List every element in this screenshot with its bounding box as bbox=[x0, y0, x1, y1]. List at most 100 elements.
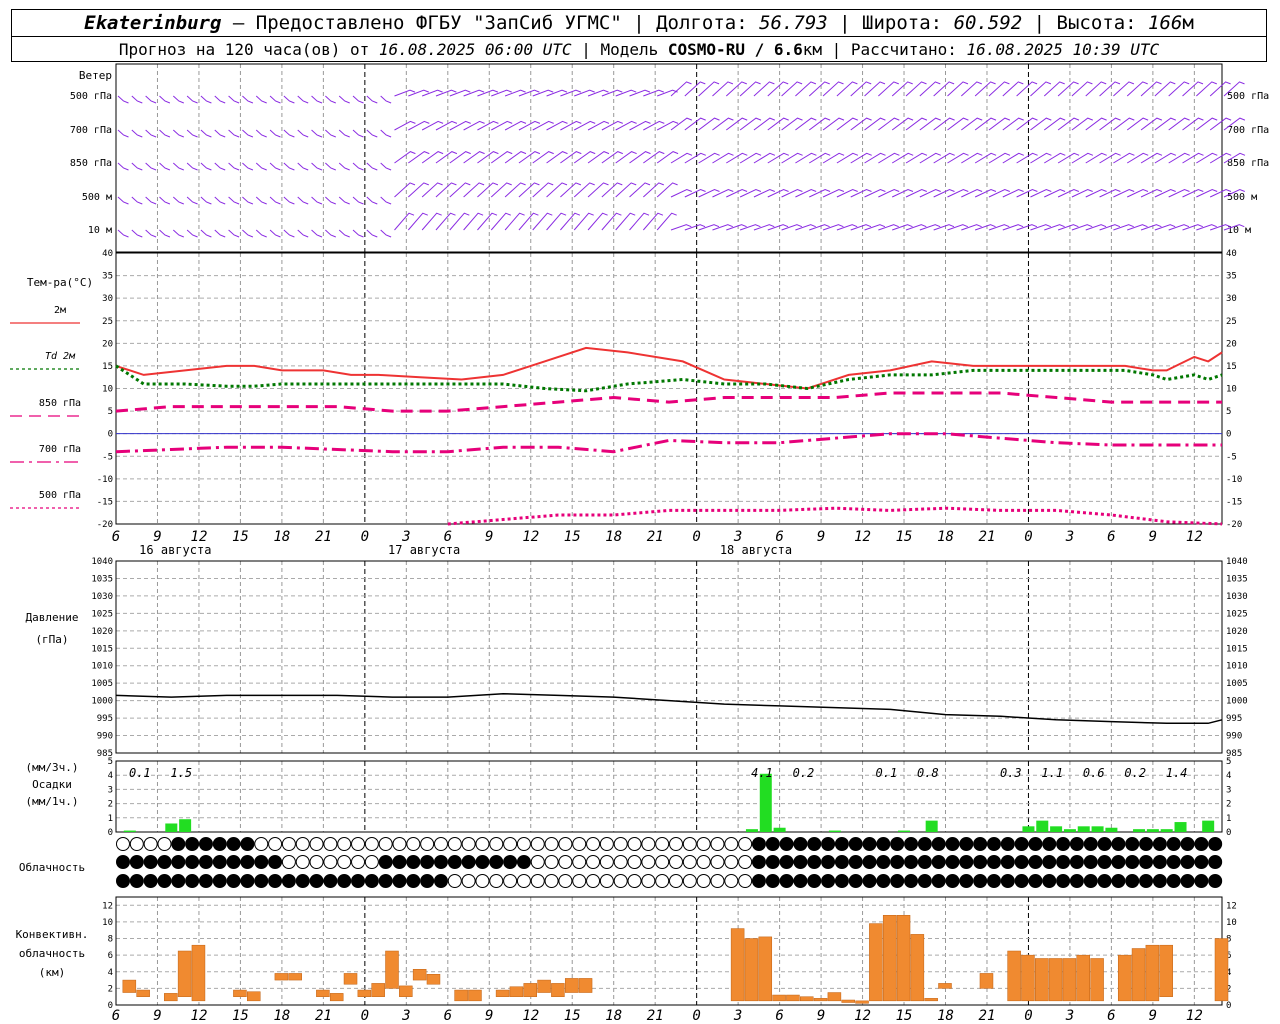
wind-barb bbox=[795, 81, 817, 97]
cloud-symbol bbox=[807, 837, 822, 851]
cloud-symbol bbox=[1069, 837, 1084, 851]
y-tick-label: 990 bbox=[97, 732, 113, 742]
wind-barb bbox=[947, 188, 969, 198]
convective-bar bbox=[1159, 944, 1173, 997]
wind-barb bbox=[546, 120, 568, 131]
precip-bar bbox=[1105, 827, 1118, 832]
y-tick-label: 1040 bbox=[1226, 557, 1248, 567]
wind-barb bbox=[684, 152, 706, 164]
precip-3h-label: 0.6 bbox=[1083, 766, 1105, 780]
time-tick-label: 6 bbox=[775, 1008, 783, 1024]
precip-bar bbox=[828, 830, 841, 832]
wind-barb bbox=[490, 151, 513, 164]
wind-barb bbox=[864, 188, 886, 198]
cloud-symbol bbox=[254, 855, 269, 869]
wind-barb bbox=[1182, 81, 1204, 97]
wind-barb bbox=[1127, 188, 1149, 198]
cloud-symbol bbox=[1000, 837, 1015, 851]
wind-barb bbox=[808, 81, 830, 97]
precip-bar bbox=[1077, 826, 1090, 832]
convective-bar bbox=[744, 938, 759, 1002]
y-tick-label: 5 bbox=[108, 407, 113, 417]
cloud-symbol bbox=[295, 855, 310, 869]
convective-bar bbox=[938, 983, 952, 989]
convective-title: (км) bbox=[39, 966, 66, 979]
cloud-symbol bbox=[724, 855, 739, 869]
cloud-symbol bbox=[904, 874, 919, 888]
cloud-symbol bbox=[157, 874, 172, 888]
cloud-symbol bbox=[973, 837, 988, 851]
y-tick-label: 25 bbox=[1226, 317, 1237, 327]
wind-barb bbox=[643, 120, 665, 131]
time-tick-label: 3 bbox=[1065, 1008, 1074, 1024]
cloud-symbol bbox=[544, 837, 559, 851]
precip-bar bbox=[1091, 826, 1104, 832]
cloud-symbol bbox=[586, 874, 601, 888]
time-tick-label: 18 bbox=[605, 529, 622, 545]
cloud-symbol bbox=[627, 855, 642, 869]
wind-barb bbox=[961, 117, 983, 131]
wind-barb bbox=[560, 151, 582, 164]
wind-barb bbox=[380, 129, 392, 138]
cloud-symbol bbox=[572, 855, 587, 869]
cloud-symbol bbox=[1069, 874, 1084, 888]
wind-barb bbox=[974, 188, 997, 198]
convective-bar bbox=[247, 991, 261, 1002]
wind-barb bbox=[214, 129, 226, 138]
wind-barb bbox=[159, 129, 171, 138]
wind-barb bbox=[283, 162, 295, 171]
y-tick-label: 1010 bbox=[1226, 662, 1248, 672]
cloud-symbol bbox=[226, 855, 241, 869]
convective-bar bbox=[385, 950, 399, 989]
wind-barb bbox=[933, 152, 955, 164]
wind-barb bbox=[352, 129, 364, 138]
time-tick-label: 0 bbox=[361, 529, 369, 545]
precip-bar bbox=[1174, 822, 1187, 832]
cloud-symbol bbox=[904, 855, 919, 869]
wind-barb bbox=[1002, 152, 1024, 164]
precip-bar bbox=[1036, 820, 1049, 832]
cloud-symbol bbox=[268, 874, 283, 888]
cloud-symbol bbox=[1180, 855, 1195, 869]
y-tick-label: -10 bbox=[1226, 475, 1242, 485]
wind-barb bbox=[532, 151, 554, 164]
y-tick-label: -5 bbox=[102, 452, 113, 462]
wind-barb bbox=[767, 117, 789, 131]
wind-barb bbox=[878, 152, 900, 164]
cloud-symbol bbox=[682, 855, 697, 869]
cloud-symbol bbox=[1166, 855, 1181, 869]
wind-barb bbox=[726, 188, 748, 198]
cloud-symbol bbox=[613, 874, 628, 888]
wind-barb bbox=[573, 120, 596, 131]
time-tick-label: 12 bbox=[522, 529, 539, 545]
cloud-symbol bbox=[392, 837, 407, 851]
wind-barb bbox=[1085, 117, 1107, 131]
wind-barb bbox=[159, 95, 171, 104]
wind-barb bbox=[974, 81, 996, 97]
cloud-symbol bbox=[682, 874, 697, 888]
wind-barb bbox=[947, 81, 969, 97]
wind-barb bbox=[477, 151, 499, 164]
y-tick-label: 1000 bbox=[1226, 697, 1248, 707]
cloud-symbol bbox=[295, 837, 310, 851]
time-tick-label: 21 bbox=[647, 1008, 664, 1024]
wind-barb bbox=[670, 81, 692, 97]
cloud-symbol bbox=[447, 874, 462, 888]
wind-barb bbox=[186, 129, 198, 138]
wind-barb bbox=[228, 162, 240, 171]
wind-barb bbox=[753, 81, 775, 97]
precip-3h-label: 0.2 bbox=[1124, 766, 1146, 780]
wind-barb bbox=[1113, 188, 1135, 198]
wind-barb bbox=[1071, 81, 1093, 97]
convective-bar bbox=[1076, 954, 1090, 1002]
cloud-symbol bbox=[185, 855, 200, 869]
wind-barb bbox=[338, 162, 350, 171]
wind-barb bbox=[338, 95, 350, 104]
cloud-symbol bbox=[1056, 874, 1071, 888]
convective-bar bbox=[869, 923, 883, 1002]
cloud-symbol bbox=[143, 874, 158, 888]
wind-barb bbox=[961, 152, 983, 164]
cloud-symbol bbox=[558, 874, 573, 888]
wind-barb bbox=[297, 95, 309, 104]
precip-3h-label: 4.1 bbox=[751, 766, 773, 780]
